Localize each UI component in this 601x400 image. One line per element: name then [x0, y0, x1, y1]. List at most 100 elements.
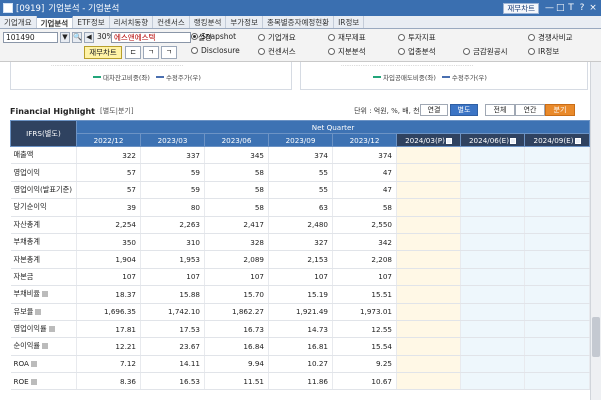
- tab-capital-increase[interactable]: 종목별증자예정현황: [263, 16, 335, 28]
- table-cell: [524, 181, 591, 200]
- dropdown-icon[interactable]: ▼: [60, 32, 70, 43]
- row-label: ROA: [10, 355, 77, 374]
- calendar-icon[interactable]: [445, 137, 452, 144]
- column-header: 2023/03: [140, 133, 205, 147]
- calendar-icon[interactable]: [574, 137, 581, 144]
- table-cell: 12.55: [332, 320, 397, 339]
- maximize-icon[interactable]: □: [556, 3, 565, 13]
- column-header: 2023/12: [332, 133, 397, 147]
- table-cell: 9.94: [204, 355, 269, 374]
- help-icon[interactable]: ?: [578, 3, 586, 13]
- table-row: ROA 7.12 14.11 9.94 10.27 9.25: [10, 355, 591, 374]
- table-cell: 15.54: [332, 337, 397, 356]
- table-row: 부채총계 350 310 328 327 342: [10, 233, 591, 252]
- radio-company-overview[interactable]: 기업개요: [258, 32, 296, 43]
- info-icon[interactable]: [41, 291, 48, 298]
- table-cell: 57: [76, 181, 141, 200]
- lending-balance-chart: ········································…: [10, 62, 292, 90]
- table-cell: [524, 285, 591, 304]
- radio-industry[interactable]: 업종분석: [398, 46, 436, 57]
- stock-code-input[interactable]: 101490: [3, 32, 58, 43]
- font-size-icon[interactable]: T: [567, 3, 575, 13]
- radio-disclosure[interactable]: Disclosure: [191, 46, 240, 55]
- tab-company-analysis[interactable]: 기업분석: [36, 16, 74, 28]
- table-row: 당기순이익 39 80 58 63 58: [10, 198, 591, 217]
- table-cell: [396, 303, 461, 321]
- info-icon[interactable]: [30, 378, 37, 385]
- vertical-scrollbar[interactable]: [590, 62, 601, 400]
- radio-icon: [191, 33, 198, 40]
- net-quarter-header: Net Quarter: [75, 120, 591, 134]
- ifrs-header: IFRS(별도): [10, 120, 77, 147]
- search-icon[interactable]: 🔍: [72, 32, 82, 43]
- info-icon[interactable]: [48, 326, 55, 333]
- table-cell: 59: [140, 181, 205, 200]
- toggle-all[interactable]: 전체: [485, 104, 515, 116]
- table-cell: 2,263: [140, 216, 205, 234]
- tab-ranking[interactable]: 랭킹분석: [190, 16, 227, 28]
- legend-swatch: [441, 76, 450, 78]
- row-label: 자본총계: [10, 250, 77, 269]
- close-icon[interactable]: ×: [589, 3, 597, 13]
- tab-extra-info[interactable]: 부가정보: [226, 16, 263, 28]
- tab-consensus[interactable]: 컨센서스: [153, 16, 190, 28]
- row-label: 매출액: [10, 146, 77, 165]
- toggle-annual[interactable]: 연간: [515, 104, 545, 116]
- table-row: 자본총계 1,904 1,953 2,089 2,153 2,208: [10, 250, 591, 269]
- stock-name-field[interactable]: 에스앤에스텍: [111, 32, 191, 43]
- radio-financial-statements[interactable]: 재무제표: [328, 32, 366, 43]
- table-cell: 14.73: [268, 320, 333, 339]
- table-cell: 11.86: [268, 372, 333, 391]
- info-icon[interactable]: [30, 361, 37, 368]
- toggle-quarterly[interactable]: 분기: [545, 104, 575, 116]
- table-row: 매출액 322 337 345 374 374: [10, 146, 591, 165]
- link-out-icon[interactable]: ㄱ: [161, 46, 177, 59]
- tab-etf[interactable]: ETF정보: [73, 16, 110, 28]
- table-cell: 350: [76, 233, 141, 252]
- table-cell: 2,417: [204, 216, 269, 234]
- table-cell: 58: [204, 163, 269, 182]
- speaker-icon[interactable]: ◀: [84, 32, 94, 43]
- tab-ir[interactable]: IR정보: [334, 16, 365, 28]
- table-cell: 47: [332, 163, 397, 182]
- radio-snapshot[interactable]: Snapshot: [191, 32, 236, 41]
- link-icon[interactable]: ㄱ: [143, 46, 159, 59]
- calendar-icon[interactable]: [510, 137, 516, 144]
- toggle-separate[interactable]: 별도: [450, 104, 478, 116]
- table-cell: [524, 337, 591, 356]
- row-label: ROE: [10, 372, 77, 391]
- finance-chart-button[interactable]: 재무차트: [84, 46, 122, 59]
- minimize-icon[interactable]: —: [545, 3, 554, 13]
- info-icon[interactable]: [41, 343, 48, 350]
- table-cell: 10.27: [268, 355, 333, 374]
- title-bar: [0919] 기업분석 - 기업분석 재무차트 — □ T ? ×: [0, 0, 601, 16]
- app-icon: [3, 3, 13, 13]
- radio-icon: [191, 47, 198, 54]
- toggle-consolidated[interactable]: 연결: [420, 104, 448, 116]
- legend-swatch: [373, 76, 381, 78]
- radio-ir-info[interactable]: IR정보: [528, 46, 559, 57]
- radio-consensus[interactable]: 컨센서스: [258, 46, 296, 57]
- table-cell: 327: [268, 233, 333, 252]
- tab-overview[interactable]: 기업개요: [0, 16, 37, 28]
- legend-swatch: [93, 76, 101, 78]
- financial-highlight-table: IFRS(별도) Net Quarter 2022/12 2023/03 202…: [10, 120, 591, 391]
- radio-ownership[interactable]: 지분분석: [328, 46, 366, 57]
- history-back-icon[interactable]: ⊏: [125, 46, 141, 59]
- table-cell: [524, 216, 591, 234]
- radio-fss-disclosure[interactable]: 금감원공시: [463, 46, 508, 57]
- table-cell: 80: [140, 198, 205, 217]
- table-cell: 107: [332, 268, 397, 287]
- toolbar: 101490 ▼ 🔍 ◀ 30% 에스앤에스텍 설정 재무차트 ⊏ ㄱ ㄱ Sn…: [0, 29, 601, 62]
- tab-research[interactable]: 리서치동향: [110, 16, 154, 28]
- table-cell: [524, 303, 591, 321]
- legend-item: 수정주가(우): [155, 72, 201, 82]
- info-icon[interactable]: [35, 308, 42, 315]
- radio-peer-comparison[interactable]: 경쟁사비교: [528, 32, 573, 43]
- radio-investment-indicators[interactable]: 투자지표: [398, 32, 436, 43]
- table-cell: 15.19: [268, 285, 333, 304]
- finance-chart-title-button[interactable]: 재무차트: [503, 2, 539, 14]
- scrollbar-thumb[interactable]: [592, 317, 600, 357]
- table-cell: [396, 146, 461, 165]
- table-cell: 2,480: [268, 216, 333, 234]
